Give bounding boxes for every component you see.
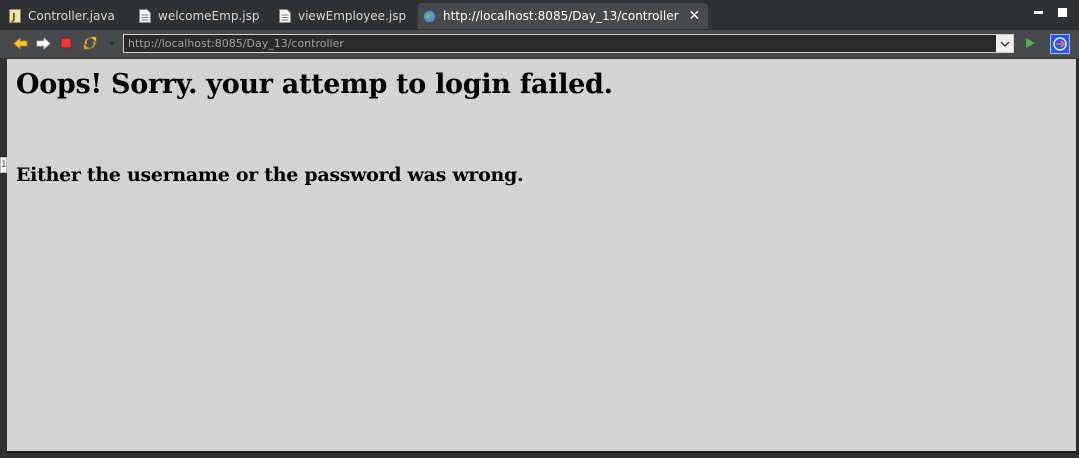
tab-controller-java[interactable]: J Controller.java	[9, 3, 115, 29]
tab-welcomeemp-jsp[interactable]: welcomeEmp.jsp	[139, 3, 259, 29]
url-input[interactable]	[124, 36, 996, 51]
tab-browser-controller[interactable]: http://localhost:8085/Day_13/controller …	[418, 3, 709, 29]
go-icon[interactable]	[1022, 35, 1038, 51]
separator-icon	[104, 35, 120, 51]
minimize-icon[interactable]	[1034, 6, 1043, 20]
tab-label: http://localhost:8085/Day_13/controller	[443, 9, 679, 23]
external-browser-icon[interactable]	[1050, 34, 1070, 54]
back-arrow-icon[interactable]	[12, 35, 28, 51]
jsp-file-icon	[139, 9, 151, 23]
line-marker: 1	[0, 157, 7, 173]
jsp-file-icon	[279, 9, 291, 23]
tab-viewemployee-jsp[interactable]: viewEmployee.jsp	[279, 3, 406, 29]
refresh-icon[interactable]	[82, 35, 98, 51]
browser-content: Oops! Sorry. your attemp to login failed…	[7, 59, 1076, 453]
globe-icon	[423, 9, 436, 23]
chevron-down-icon[interactable]	[996, 35, 1013, 52]
tab-label: Controller.java	[28, 9, 115, 23]
close-icon[interactable]: ✕	[689, 8, 701, 24]
forward-arrow-icon[interactable]	[35, 35, 51, 51]
error-message: Either the username or the password was …	[16, 164, 524, 186]
maximize-icon[interactable]	[1058, 6, 1067, 20]
java-file-icon: J	[9, 9, 21, 23]
page-title: Oops! Sorry. your attemp to login failed…	[16, 69, 613, 100]
svg-text:J: J	[11, 12, 16, 23]
browser-window: J Controller.java welcomeEmp.jsp viewEmp…	[0, 0, 1079, 458]
browser-toolbar	[0, 30, 1079, 58]
address-bar[interactable]	[123, 34, 1014, 53]
editor-tab-bar: J Controller.java welcomeEmp.jsp viewEmp…	[0, 0, 1079, 30]
tab-label: viewEmployee.jsp	[298, 9, 407, 23]
stop-icon[interactable]	[58, 35, 74, 51]
tab-label: welcomeEmp.jsp	[158, 9, 260, 23]
